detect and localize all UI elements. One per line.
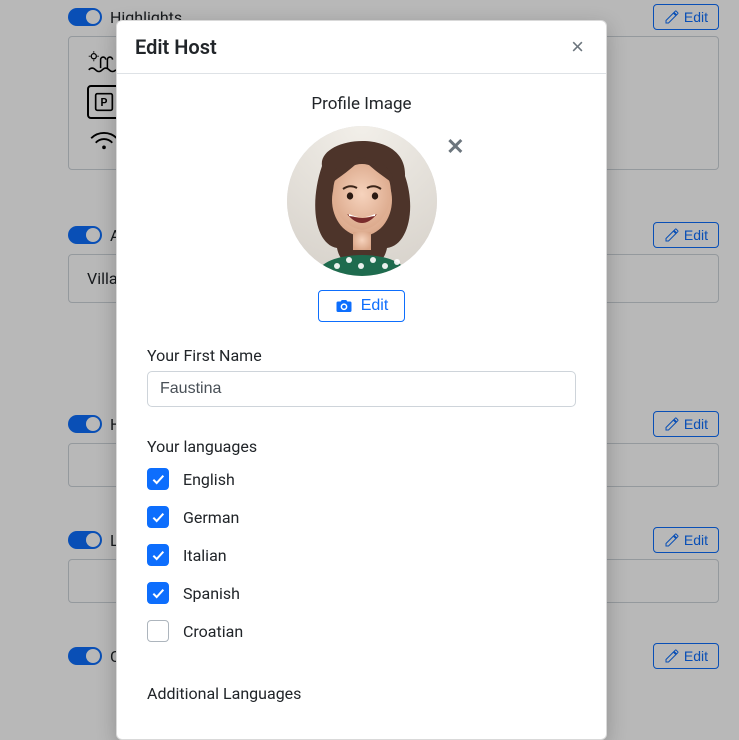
check-icon xyxy=(150,509,166,525)
language-label: German xyxy=(183,508,239,527)
modal-title: Edit Host xyxy=(135,35,217,59)
close-button[interactable]: × xyxy=(567,36,588,58)
camera-icon xyxy=(335,298,353,314)
checkbox-italian[interactable] xyxy=(147,544,169,566)
remove-image-button[interactable]: ✕ xyxy=(446,134,464,160)
language-item-italian: Italian xyxy=(147,544,576,566)
additional-languages-label: Additional Languages xyxy=(147,684,576,703)
language-item-german: German xyxy=(147,506,576,528)
languages-list: English German Italian Spanish xyxy=(147,468,576,642)
language-item-english: English xyxy=(147,468,576,490)
modal-header: Edit Host × xyxy=(117,21,606,74)
checkbox-english[interactable] xyxy=(147,468,169,490)
checkbox-german[interactable] xyxy=(147,506,169,528)
profile-image-label: Profile Image xyxy=(147,94,576,114)
language-label: English xyxy=(183,470,235,489)
edit-host-modal: Edit Host × Profile Image xyxy=(116,20,607,740)
avatar xyxy=(287,126,437,276)
languages-label: Your languages xyxy=(147,437,576,456)
language-label: Croatian xyxy=(183,622,243,641)
profile-image-section: Profile Image xyxy=(147,94,576,322)
first-name-label: Your First Name xyxy=(147,346,576,365)
modal-body: Profile Image xyxy=(117,74,606,739)
close-icon: × xyxy=(571,34,584,59)
language-label: Italian xyxy=(183,546,227,565)
check-icon xyxy=(150,471,166,487)
first-name-input[interactable] xyxy=(147,371,576,407)
checkbox-spanish[interactable] xyxy=(147,582,169,604)
language-item-croatian: Croatian xyxy=(147,620,576,642)
checkbox-croatian[interactable] xyxy=(147,620,169,642)
language-label: Spanish xyxy=(183,584,240,603)
check-icon xyxy=(150,547,166,563)
edit-image-label: Edit xyxy=(361,297,389,315)
close-icon: ✕ xyxy=(446,134,464,159)
edit-image-button[interactable]: Edit xyxy=(318,290,406,322)
language-item-spanish: Spanish xyxy=(147,582,576,604)
check-icon xyxy=(150,585,166,601)
